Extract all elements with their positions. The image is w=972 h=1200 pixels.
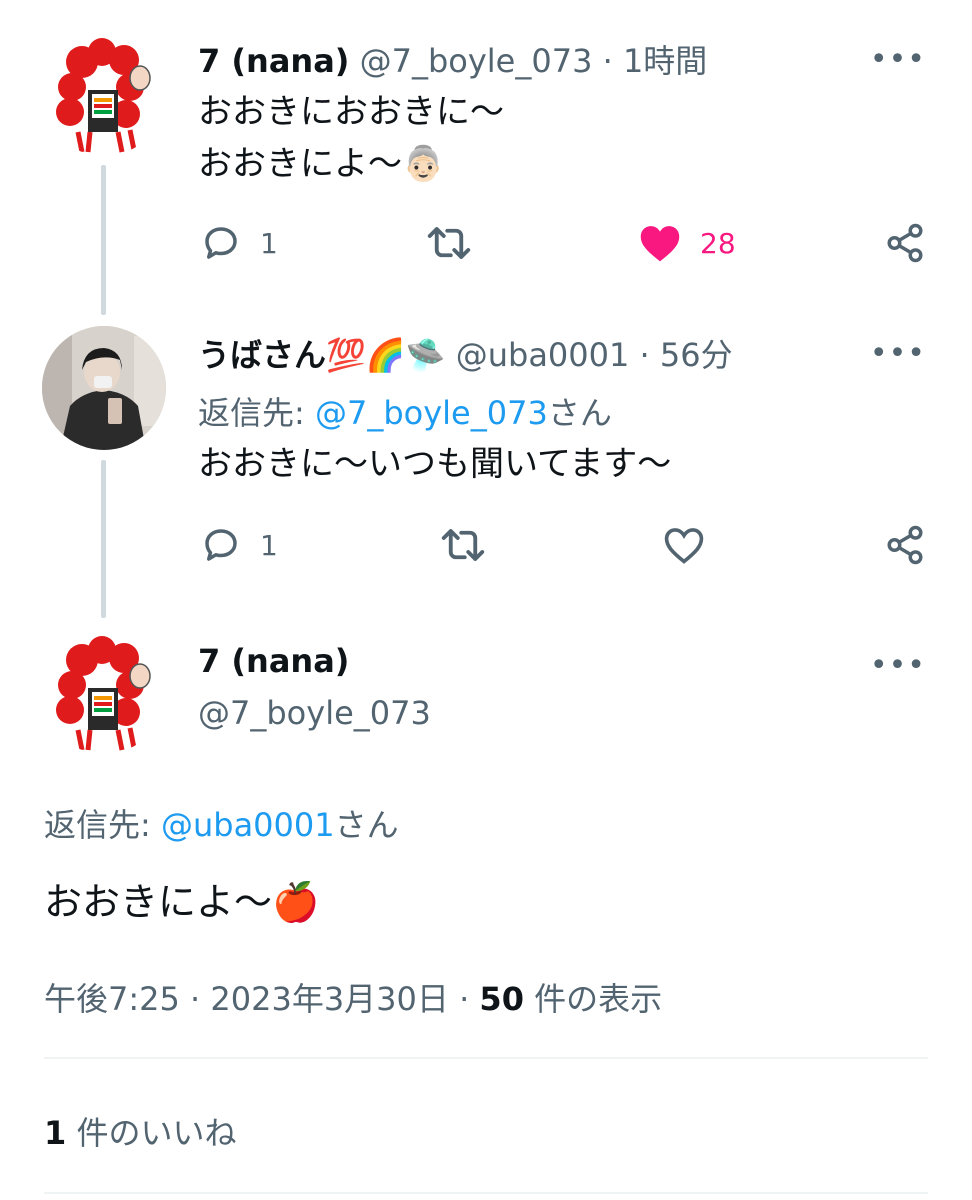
divider: [44, 1057, 928, 1059]
reply-button[interactable]: 1: [200, 524, 278, 566]
tweet-meta: 午後7:25 · 2023年3月30日 · 50 件の表示: [44, 974, 662, 1020]
likes-count: 1: [44, 1114, 67, 1152]
reply-prefix: 返信先:: [44, 806, 161, 844]
tweet-text-line: おおきにおおきに〜: [198, 92, 504, 132]
timestamp[interactable]: 1時間: [623, 42, 707, 80]
more-options-button[interactable]: •••: [870, 648, 926, 683]
display-name[interactable]: 7 (nana): [198, 642, 349, 680]
reply-count: 1: [260, 226, 278, 260]
tweet-text-line: おおきによ〜👵🏻: [198, 144, 445, 184]
likes-label: 件のいいね: [66, 1114, 237, 1152]
more-options-button[interactable]: •••: [870, 42, 926, 77]
share-icon: [884, 222, 926, 264]
retweet-icon: [440, 524, 486, 566]
retweet-button[interactable]: [440, 524, 486, 566]
handle[interactable]: @7_boyle_073: [360, 42, 593, 80]
like-button[interactable]: 28: [638, 222, 736, 264]
reply-target-link[interactable]: @uba0001: [161, 806, 335, 844]
timestamp[interactable]: 56分: [660, 336, 733, 374]
views-label: 件の表示: [523, 980, 663, 1018]
reply-count: 1: [260, 528, 278, 562]
reply-icon: [200, 524, 242, 566]
tweet-text: おおきによ〜🍎: [44, 880, 320, 924]
views-count: 50: [479, 980, 524, 1018]
reply-suffix: さん: [547, 394, 612, 432]
replying-to: 返信先: @uba0001さん: [44, 800, 399, 846]
reply-button[interactable]: 1: [200, 222, 278, 264]
reply-target-link[interactable]: @7_boyle_073: [315, 394, 548, 432]
tweet-timestamp[interactable]: 午後7:25 · 2023年3月30日 ·: [44, 980, 479, 1018]
avatar[interactable]: [42, 326, 166, 450]
display-name[interactable]: うばさん💯🌈🛸: [198, 336, 446, 374]
retweet-icon: [426, 222, 472, 264]
likes-summary[interactable]: 1 件のいいね: [44, 1108, 236, 1154]
more-options-button[interactable]: •••: [870, 336, 926, 371]
like-button[interactable]: [662, 524, 706, 566]
divider: [44, 1192, 928, 1194]
share-icon: [884, 524, 926, 566]
replying-to: 返信先: @7_boyle_073さん: [198, 388, 612, 434]
thread-connector: [101, 165, 106, 315]
tweet-header: うばさん💯🌈🛸 @uba0001 · 56分: [198, 330, 733, 376]
avatar[interactable]: [42, 630, 166, 754]
display-name[interactable]: 7 (nana): [198, 42, 349, 80]
share-button[interactable]: [884, 524, 926, 566]
handle[interactable]: @uba0001: [456, 336, 630, 374]
heart-filled-icon: [638, 222, 682, 264]
share-button[interactable]: [884, 222, 926, 264]
reply-prefix: 返信先:: [198, 394, 315, 432]
heart-outline-icon: [662, 524, 706, 566]
separator: ·: [639, 336, 650, 374]
separator: ·: [602, 42, 613, 80]
tweet-header: 7 (nana) @7_boyle_073 · 1時間: [198, 36, 707, 82]
tweet-text: おおきに〜いつも聞いてます〜: [198, 444, 672, 484]
reply-icon: [200, 222, 242, 264]
avatar[interactable]: [42, 32, 166, 156]
reply-suffix: さん: [334, 806, 399, 844]
like-count: 28: [700, 226, 736, 260]
handle[interactable]: @7_boyle_073: [198, 694, 431, 732]
thread-connector: [101, 460, 106, 618]
retweet-button[interactable]: [426, 222, 472, 264]
